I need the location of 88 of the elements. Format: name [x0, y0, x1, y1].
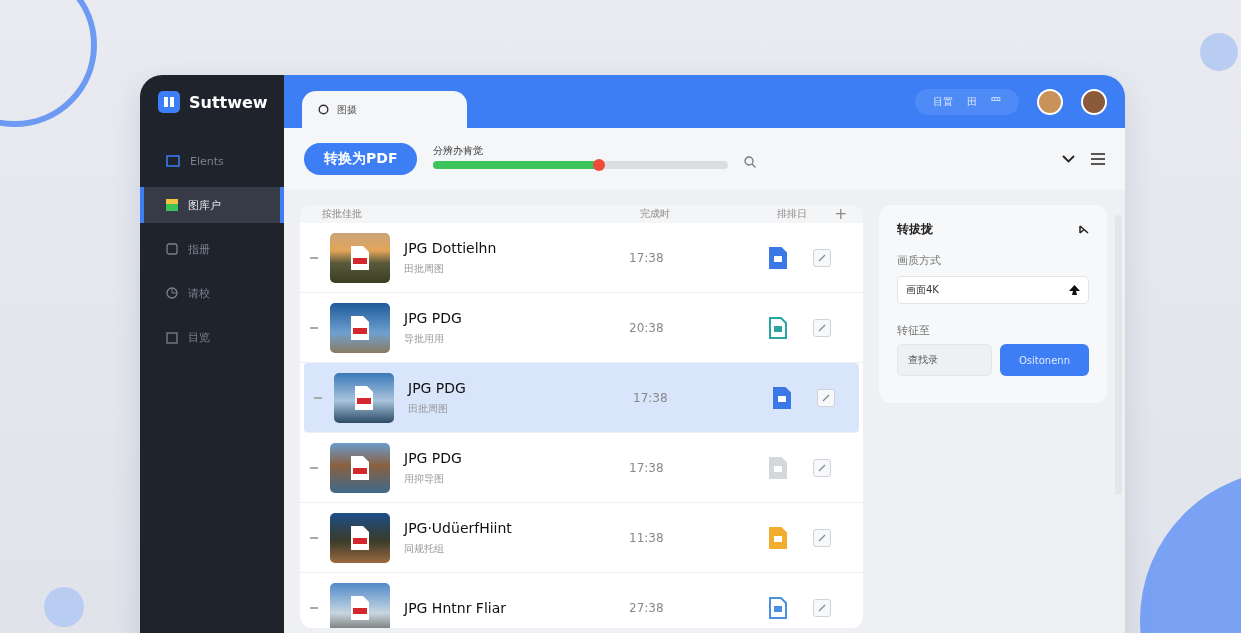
column-header: 完成时 [639, 207, 671, 221]
field-label: 画质方式 [897, 254, 942, 268]
sidebar-label: Elents [190, 154, 224, 168]
tab[interactable]: 图摄 [302, 91, 467, 128]
background-circle [44, 587, 84, 627]
file-row[interactable]: JPG Hntnr Fliar 27:38 [300, 573, 863, 628]
avatar[interactable] [1081, 88, 1107, 115]
file-row[interactable]: JPG Dottielhn 田批周图 17:38 [300, 223, 863, 293]
file-subtitle: 田批周图 [404, 261, 445, 276]
sidebar-item[interactable]: 图库户 [140, 187, 284, 223]
file-row[interactable]: JPG PDG 田批周图 17:38 [304, 363, 859, 433]
dash-icon [310, 326, 318, 329]
square-icon [166, 243, 178, 255]
file-row[interactable]: JPG·UdüerfHiint 同规托组 11:38 [300, 503, 863, 573]
file-time: 17:38 [629, 460, 665, 475]
sidebar-item[interactable]: 目览 [140, 319, 284, 355]
file-icon[interactable] [769, 596, 787, 619]
file-time: 20:38 [629, 320, 665, 335]
dash-icon [310, 466, 318, 469]
progress-label: 分辨办肯觉 [433, 143, 485, 158]
sidebar-label: 请校 [188, 285, 210, 301]
pdf-file-icon [350, 524, 370, 551]
column-header: 排排日 [776, 207, 808, 221]
sidebar-item[interactable]: 请校 [140, 275, 284, 311]
row-checkbox[interactable] [813, 528, 831, 547]
file-icon[interactable] [769, 316, 787, 339]
file-icon[interactable] [773, 386, 791, 409]
avatar[interactable] [1037, 88, 1063, 115]
panel-title: 转拔拢 [897, 221, 933, 238]
target-field[interactable]: 查找录 [897, 344, 992, 376]
file-name: JPG PDG [408, 379, 467, 396]
file-name: JPG Dottielhn [404, 239, 498, 256]
chevron-down-icon[interactable] [1062, 155, 1075, 163]
check-icon [818, 533, 826, 542]
check-icon [822, 393, 830, 402]
refresh-icon [318, 104, 329, 115]
column-header: 按批佳批 [322, 207, 363, 221]
sidebar-label: 图库户 [188, 197, 221, 213]
file-icon[interactable] [769, 526, 787, 549]
menu-icon[interactable] [1091, 153, 1105, 165]
search-icon[interactable] [744, 156, 757, 168]
pdf-file-icon [350, 244, 370, 271]
file-subtitle: 田批周图 [408, 401, 449, 416]
row-checkbox[interactable] [813, 248, 831, 267]
file-name: JPG PDG [404, 449, 463, 466]
sidebar-item[interactable]: Elents [140, 143, 284, 179]
file-name: JPG Hntnr Fliar [404, 599, 507, 616]
pdf-file-icon [350, 454, 370, 481]
pdf-file-icon [350, 314, 370, 341]
check-icon [818, 463, 826, 472]
row-checkbox[interactable] [813, 598, 831, 617]
file-icon[interactable] [769, 246, 787, 269]
file-time: 11:38 [629, 530, 665, 545]
file-time: 17:38 [633, 390, 669, 405]
row-checkbox[interactable] [813, 318, 831, 337]
background-circle [1200, 33, 1238, 71]
file-subtitle: 导批用用 [404, 331, 445, 346]
chart-icon [166, 287, 178, 299]
pdf-file-icon [354, 384, 374, 411]
convert-button[interactable]: 转换为PDF [304, 143, 418, 175]
file-row[interactable]: JPG PDG 用抑导图 17:38 [300, 433, 863, 503]
sidebar-item[interactable]: 指册 [140, 231, 284, 267]
file-subtitle: 用抑导图 [404, 471, 445, 486]
row-checkbox[interactable] [813, 458, 831, 477]
devices-icon [166, 155, 180, 167]
close-icon[interactable] [1079, 225, 1089, 234]
dash-icon [310, 256, 318, 259]
file-subtitle: 同规托组 [404, 541, 445, 556]
file-time: 17:38 [629, 250, 665, 265]
pdf-file-icon [350, 594, 370, 621]
dash-icon [310, 606, 318, 609]
sidebar-label: 目览 [188, 329, 210, 345]
dash-icon [314, 396, 322, 399]
file-name: JPG·UdüerfHiint [404, 519, 513, 536]
sidebar-label: 指册 [188, 241, 210, 257]
tab-label: 图摄 [337, 102, 357, 117]
clipboard-icon [166, 330, 178, 344]
app-logo: Suttwew [189, 92, 268, 112]
dash-icon [310, 536, 318, 539]
check-icon [818, 603, 826, 612]
file-time: 27:38 [629, 600, 665, 615]
check-icon [818, 253, 826, 262]
file-name: JPG PDG [404, 309, 463, 326]
field-label: 转征至 [897, 324, 931, 338]
quality-field[interactable]: 画面4K [897, 276, 1089, 304]
logo-icon [158, 91, 180, 113]
check-icon [818, 323, 826, 332]
row-checkbox[interactable] [817, 388, 835, 407]
